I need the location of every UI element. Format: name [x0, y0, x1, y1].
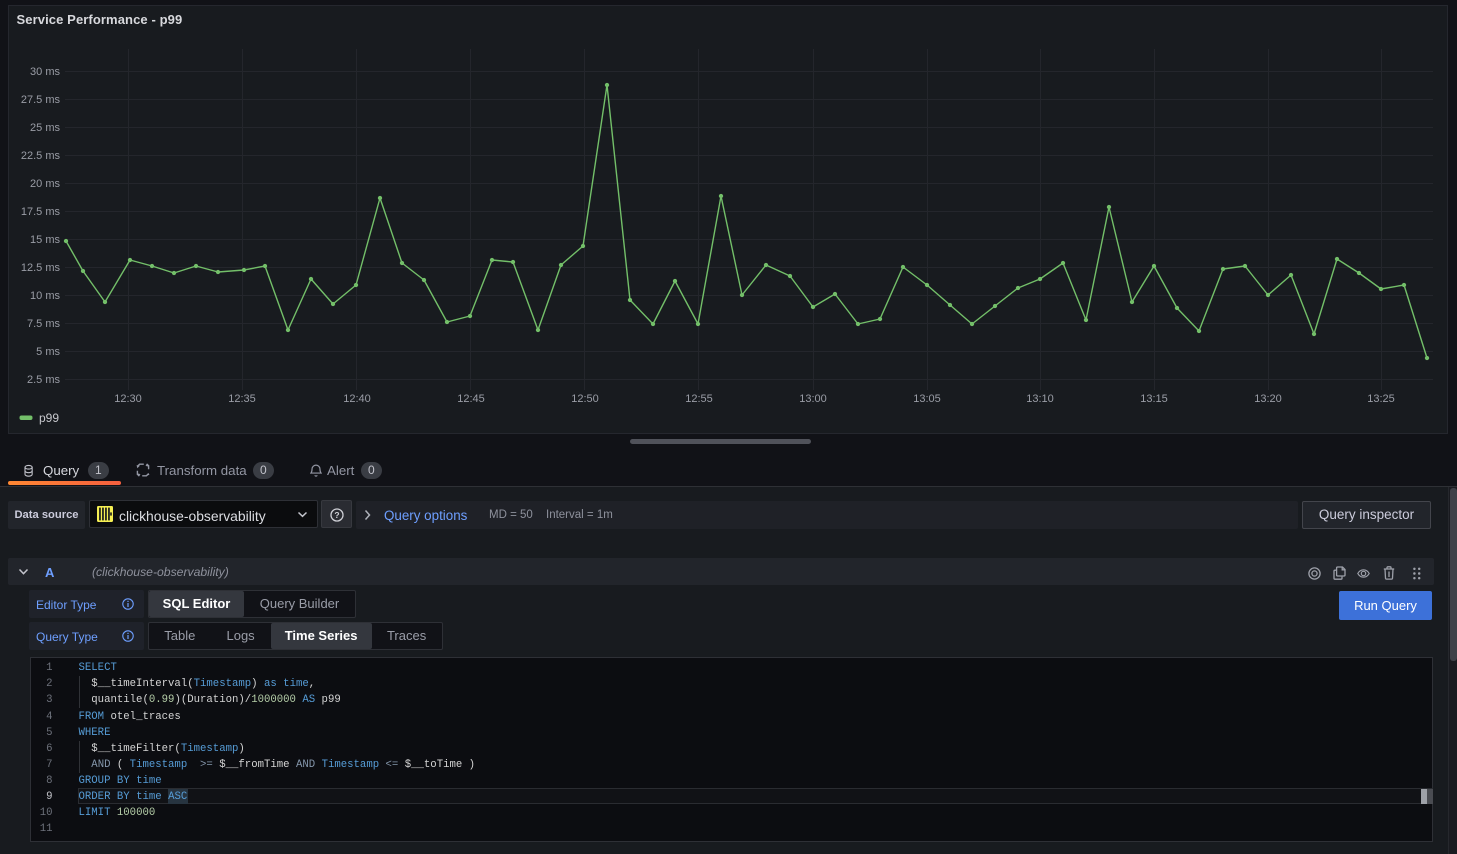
svg-text:15 ms: 15 ms [30, 234, 60, 246]
svg-text:p99: p99 [39, 411, 59, 425]
svg-text:12.5 ms: 12.5 ms [21, 262, 61, 274]
svg-text:25 ms: 25 ms [30, 122, 60, 134]
svg-text:7.5 ms: 7.5 ms [27, 318, 61, 330]
svg-text:27.5 ms: 27.5 ms [21, 94, 61, 106]
svg-text:13:05: 13:05 [913, 393, 941, 405]
svg-text:12:40: 12:40 [343, 393, 371, 405]
svg-text:13:15: 13:15 [1140, 393, 1168, 405]
svg-text:12:55: 12:55 [685, 393, 713, 405]
svg-text:13:20: 13:20 [1254, 393, 1282, 405]
svg-text:12:35: 12:35 [228, 393, 256, 405]
svg-text:13:00: 13:00 [799, 393, 827, 405]
svg-text:?: ? [334, 510, 339, 520]
svg-text:2.5 ms: 2.5 ms [27, 374, 61, 386]
svg-text:5 ms: 5 ms [36, 346, 60, 358]
svg-text:20 ms: 20 ms [30, 178, 60, 190]
svg-text:10 ms: 10 ms [30, 290, 60, 302]
svg-text:17.5 ms: 17.5 ms [21, 206, 61, 218]
svg-text:30 ms: 30 ms [30, 66, 60, 78]
svg-text:13:10: 13:10 [1026, 393, 1054, 405]
svg-text:12:45: 12:45 [457, 393, 485, 405]
svg-text:13:25: 13:25 [1367, 393, 1395, 405]
svg-text:12:50: 12:50 [571, 393, 599, 405]
svg-text:12:30: 12:30 [114, 393, 142, 405]
svg-text:22.5 ms: 22.5 ms [21, 150, 61, 162]
